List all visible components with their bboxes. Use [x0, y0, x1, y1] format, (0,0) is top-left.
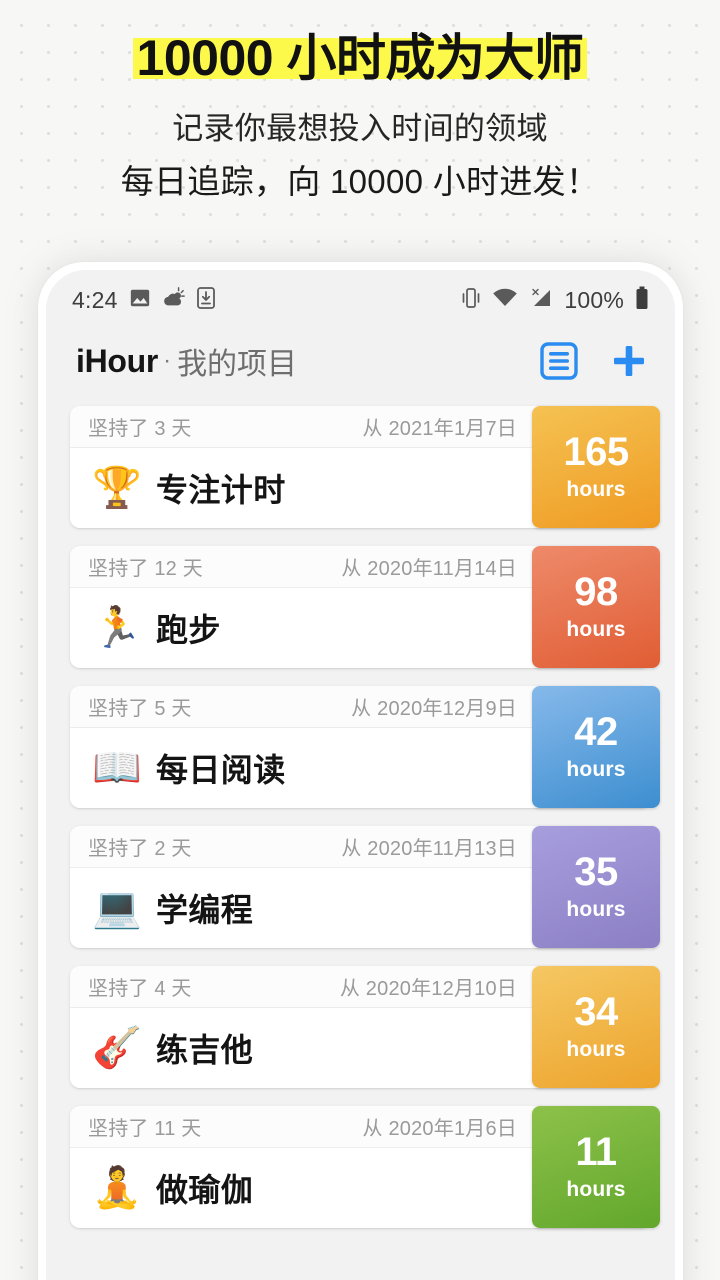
hours-badge[interactable]: 98 hours [532, 546, 660, 668]
app-title-separator: · [163, 347, 172, 374]
hours-value: 35 [574, 850, 618, 894]
hours-badge[interactable]: 35 hours [532, 826, 660, 948]
hours-value: 98 [574, 570, 618, 614]
open-book-icon: 📖 [92, 745, 142, 791]
project-name: 练吉他 [156, 1032, 254, 1068]
page-title: 10000 小时成为大师 [0, 30, 720, 86]
status-time: 4:24 [72, 286, 118, 313]
project-card[interactable]: 坚持了 2 天从 2020年11月13日 💻 学编程 35 hours [70, 826, 660, 948]
hours-unit: hours [566, 1038, 626, 1061]
hours-value: 11 [575, 1130, 617, 1174]
hours-unit: hours [566, 1178, 626, 1201]
phone-screen: 4:24 100% iHour · 我的项目 坚持了 3 天 从 2021年1月… [46, 270, 675, 1280]
cellular-signal-icon [529, 287, 553, 314]
hours-badge[interactable]: 11 hours [532, 1106, 660, 1228]
card-body[interactable]: 🎸 练吉他 34 hours [70, 966, 660, 1088]
app-name: iHour [76, 342, 159, 379]
image-icon [129, 287, 151, 314]
project-card[interactable]: 坚持了 12 天从 2020年11月14日 🏃 跑步 98 hours [70, 546, 660, 668]
hours-badge[interactable]: 34 hours [532, 966, 660, 1088]
yoga-icon: 🧘 [92, 1165, 142, 1211]
battery-percent: 100% [564, 286, 624, 313]
app-bar: iHour · 我的项目 [46, 322, 675, 400]
trophy-icon: 🏆 [92, 465, 142, 511]
project-name: 学编程 [156, 892, 254, 928]
promo-header: 10000 小时成为大师 记录你最想投入时间的领域 每日追踪，向 10000 小… [0, 0, 720, 204]
project-card[interactable]: 坚持了 11 天从 2020年1月6日 🧘 做瑜伽 11 hours [70, 1106, 660, 1228]
project-card[interactable]: 坚持了 4 天从 2020年12月10日 🎸 练吉他 34 hours [70, 966, 660, 1088]
card-body[interactable]: 🏃 跑步 98 hours [70, 546, 660, 668]
streak-label: 坚持了 11 天 [88, 1118, 202, 1140]
promo-subtitle-2: 每日追踪，向 10000 小时进发！ [120, 162, 600, 200]
streak-label: 坚持了 12 天 [88, 558, 203, 580]
battery-icon [635, 286, 649, 315]
hours-value: 42 [574, 710, 618, 754]
hours-unit: hours [566, 478, 626, 501]
card-body[interactable]: 🏆 专注计时 165 hours [70, 406, 660, 528]
streak-label: 坚持了 2 天 [88, 838, 192, 860]
status-bar: 4:24 100% [46, 270, 675, 322]
hours-value: 165 [563, 430, 629, 474]
hours-badge[interactable]: 42 hours [532, 686, 660, 808]
weather-icon [162, 286, 186, 314]
list-view-icon[interactable] [539, 341, 579, 381]
guitar-icon: 🎸 [92, 1025, 142, 1071]
laptop-code-icon: 💻 [92, 885, 142, 931]
hours-value: 34 [574, 990, 618, 1034]
page-section-name: 我的项目 [177, 348, 298, 381]
project-name: 专注计时 [156, 472, 286, 508]
phone-mockup: 4:24 100% iHour · 我的项目 坚持了 3 天 从 2021年1月… [38, 262, 683, 1280]
project-name: 做瑜伽 [156, 1172, 254, 1208]
project-list: 坚持了 3 天从 2021年1月7日 🏆 专注计时 165 hours 坚持了 12 天从… [46, 400, 675, 1228]
streak-label: 坚持了 5 天 [88, 698, 192, 720]
card-body[interactable]: 🧘 做瑜伽 11 hours [70, 1106, 660, 1228]
runner-icon: 🏃 [92, 605, 142, 651]
wifi-icon [492, 288, 518, 313]
project-card[interactable]: 坚持了 3 天从 2021年1月7日 🏆 专注计时 165 hours [70, 406, 660, 528]
hours-unit: hours [566, 898, 626, 921]
plus-icon[interactable] [609, 341, 649, 381]
streak-label: 坚持了 3 天 [88, 418, 192, 440]
project-card[interactable]: 坚持了 5 天从 2020年12月9日 📖 每日阅读 42 hours [70, 686, 660, 808]
hours-unit: hours [566, 758, 626, 781]
project-name: 每日阅读 [156, 752, 286, 788]
streak-label: 坚持了 4 天 [88, 978, 192, 1000]
promo-title-highlight: 10000 小时成为大师 [132, 30, 588, 86]
project-name: 跑步 [156, 612, 221, 648]
vibrate-icon [461, 287, 481, 314]
download-icon [196, 286, 215, 314]
card-body[interactable]: 📖 每日阅读 42 hours [70, 686, 660, 808]
hours-unit: hours [566, 618, 626, 641]
hours-badge[interactable]: 165 hours [532, 406, 660, 528]
promo-subtitle-1: 记录你最想投入时间的领域 [172, 111, 548, 146]
card-body[interactable]: 💻 学编程 35 hours [70, 826, 660, 948]
